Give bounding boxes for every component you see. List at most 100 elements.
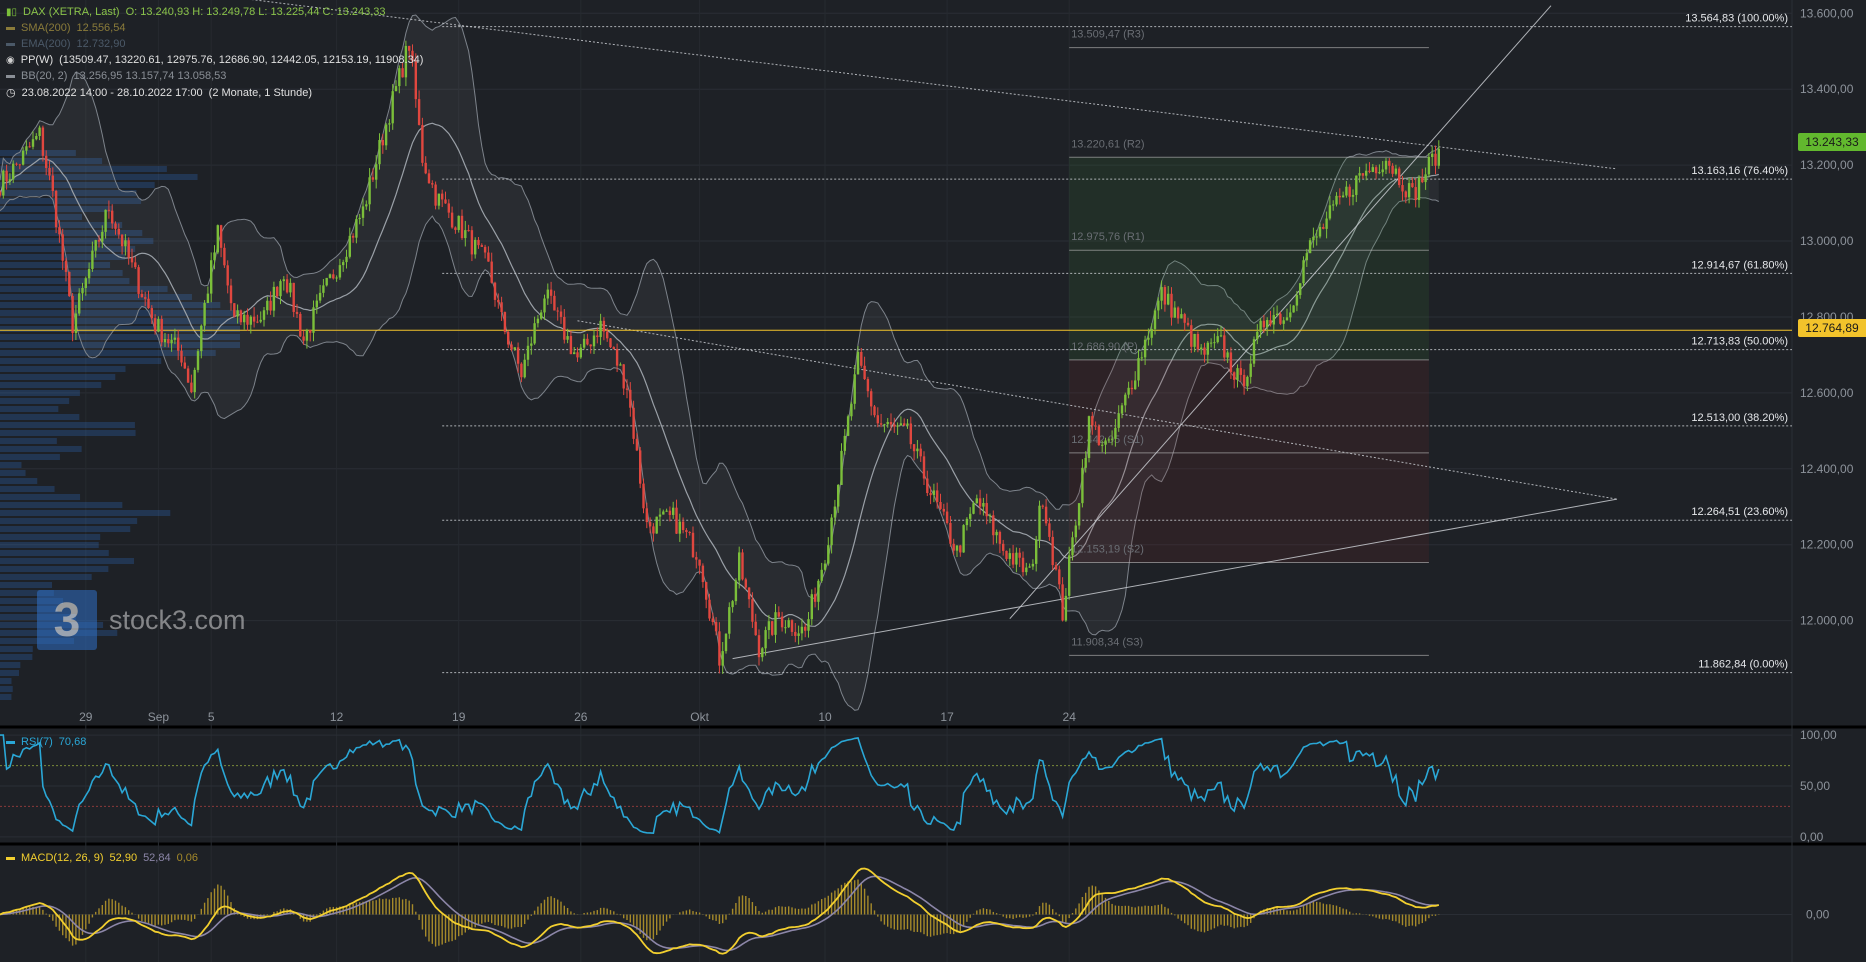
candle-body — [1200, 347, 1203, 350]
candle-body — [1338, 195, 1341, 198]
candle-body — [1427, 157, 1431, 175]
candle-body — [78, 293, 81, 314]
candle-body — [1242, 374, 1246, 387]
candle-body — [1384, 160, 1388, 170]
volume-profile-bar — [0, 454, 60, 460]
candle-body — [912, 444, 916, 452]
candle-body — [1114, 427, 1117, 439]
candle-body — [1266, 320, 1269, 328]
legend-bb[interactable]: BB(20, 2) 13.256,95 13.157,74 13.058,53 — [6, 70, 226, 82]
y-tick-label: 12.600,00 — [1800, 386, 1854, 400]
candle-body — [1335, 195, 1338, 205]
candle-body — [262, 310, 266, 320]
volume-profile-bar — [0, 582, 52, 588]
y-tick-label: 12.200,00 — [1800, 538, 1854, 552]
candle-body — [576, 352, 579, 358]
legend-pp[interactable]: ◉ PP(W) (13509.47, 13220.61, 12975.76, 1… — [6, 54, 423, 66]
candle-body — [741, 552, 744, 580]
candle-body — [1186, 322, 1190, 326]
candle-body — [1361, 173, 1365, 176]
legend-ema[interactable]: EMA(200) 12.732,90 — [6, 38, 125, 50]
candle-body — [1101, 444, 1104, 446]
chart-canvas[interactable]: 13.600,0013.400,0013.200,0013.000,0012.8… — [0, 0, 1866, 962]
candle-body — [827, 545, 830, 564]
candle-body — [1048, 523, 1051, 537]
candle-body — [705, 582, 708, 600]
candle-body — [74, 313, 78, 334]
legend-macd[interactable]: MACD(12, 26, 9) 52,90 52,84 0,06 — [6, 852, 198, 864]
candle-body — [939, 501, 942, 509]
candle-body — [969, 513, 972, 519]
candle-body — [1051, 536, 1054, 566]
volume-profile-bar — [0, 686, 13, 692]
candle-body — [206, 293, 210, 303]
candle-body — [1081, 467, 1084, 504]
candle-body — [163, 338, 167, 343]
candle-body — [751, 599, 754, 622]
candle-body — [1394, 168, 1398, 174]
fibonacci-label: 11.862,84 (0.00%) — [1698, 659, 1788, 671]
candle-body — [1348, 186, 1351, 197]
candle-body — [236, 310, 239, 317]
candle-body — [962, 525, 965, 553]
x-tick-label: 29 — [79, 710, 93, 724]
candle-body — [767, 621, 771, 631]
candle-body — [691, 532, 695, 558]
legend-rsi[interactable]: RSI(7) 70,68 — [6, 736, 86, 748]
candle-body — [167, 338, 170, 344]
candle-body — [837, 484, 840, 507]
pivot-label: 12.153,19 (S2) — [1071, 543, 1144, 555]
candle-body — [804, 626, 807, 631]
legend-sma[interactable]: SMA(200) 12.556,54 — [6, 22, 125, 34]
candle-body — [305, 330, 309, 341]
volume-profile-bar — [0, 518, 138, 524]
volume-profile-bar — [0, 566, 109, 572]
candle-body — [830, 517, 833, 546]
candle-body — [632, 407, 635, 439]
candle-body — [1074, 525, 1077, 538]
candle-body — [1262, 320, 1266, 328]
candle-body — [1061, 584, 1064, 621]
candle-body — [1318, 226, 1322, 237]
candle-body — [1206, 342, 1209, 355]
candle-body — [454, 227, 457, 230]
candle-body — [1176, 307, 1180, 319]
candle-body — [932, 490, 936, 496]
candle-body — [1358, 173, 1361, 176]
candle-body — [1183, 314, 1186, 323]
candle-body — [1209, 342, 1213, 344]
candle-body — [134, 262, 137, 268]
candle-body — [0, 191, 2, 196]
y-tick-label: 13.000,00 — [1800, 234, 1854, 248]
pivot-label: 11.908,34 (S3) — [1071, 636, 1143, 648]
candle-body — [945, 511, 949, 523]
candle-body — [186, 368, 190, 383]
pivot-label: 12.442,05 (S1) — [1071, 434, 1144, 446]
candle-body — [790, 620, 794, 632]
candle-body — [431, 183, 434, 185]
level-price-tag: 12.764,89 — [1798, 319, 1866, 337]
candle-body — [1077, 503, 1081, 526]
volume-profile-bar — [0, 478, 38, 484]
candle-body — [480, 245, 483, 247]
candle-body — [137, 267, 140, 294]
candle-body — [503, 312, 507, 332]
candle-body — [345, 256, 348, 263]
candle-body — [1011, 553, 1015, 565]
candle-body — [483, 246, 487, 253]
candle-body — [1325, 218, 1328, 229]
candle-body — [728, 607, 731, 634]
candle-body — [1163, 287, 1167, 305]
ema-value: 12.732,90 — [76, 38, 126, 50]
candle-body — [1381, 169, 1384, 173]
candle-body — [823, 563, 827, 570]
candle-body — [592, 335, 596, 347]
candle-body — [1068, 555, 1071, 596]
candle-body — [391, 91, 394, 124]
candle-body — [1167, 293, 1170, 305]
candle-body — [629, 389, 632, 408]
pivot-zone-support — [1069, 359, 1429, 563]
candle-body — [563, 316, 566, 340]
candle-body — [1233, 372, 1236, 380]
candle-body — [655, 516, 658, 534]
